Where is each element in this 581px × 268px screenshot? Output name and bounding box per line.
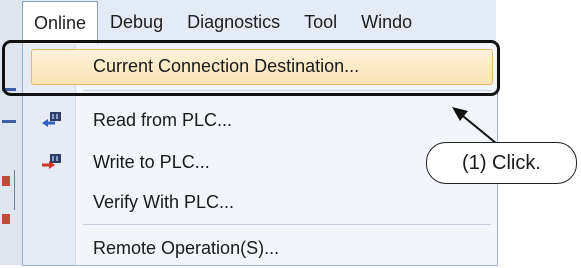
menu-window[interactable]: Windo xyxy=(349,0,424,44)
menu-debug[interactable]: Debug xyxy=(98,0,175,44)
background-marker xyxy=(2,214,10,224)
menu-item-read-from-plc[interactable]: Read from PLC... xyxy=(23,100,497,140)
menu-diagnostics[interactable]: Diagnostics xyxy=(175,0,292,44)
instruction-callout: (1) Click. xyxy=(426,142,577,184)
menu-item-label: Remote Operation(S)... xyxy=(93,237,280,258)
background-marker xyxy=(2,176,10,186)
selection-outline xyxy=(2,40,500,96)
menu-item-label: Read from PLC... xyxy=(93,109,233,130)
menu-online[interactable]: Online xyxy=(22,0,99,46)
menu-tool[interactable]: Tool xyxy=(292,0,349,44)
background-marker xyxy=(2,120,16,123)
menu-bar: Online Debug Diagnostics Tool Windo xyxy=(22,0,496,46)
menu-item-remote-operation[interactable]: Remote Operation(S)... xyxy=(23,228,497,268)
read-from-plc-icon xyxy=(42,112,61,127)
background-line xyxy=(14,170,15,210)
menu-separator xyxy=(83,224,491,225)
menu-item-label: Verify With PLC... xyxy=(93,191,235,212)
menu-item-verify-with-plc[interactable]: Verify With PLC... xyxy=(23,182,497,222)
write-to-plc-icon xyxy=(42,154,61,169)
menu-item-label: Write to PLC... xyxy=(93,151,210,172)
